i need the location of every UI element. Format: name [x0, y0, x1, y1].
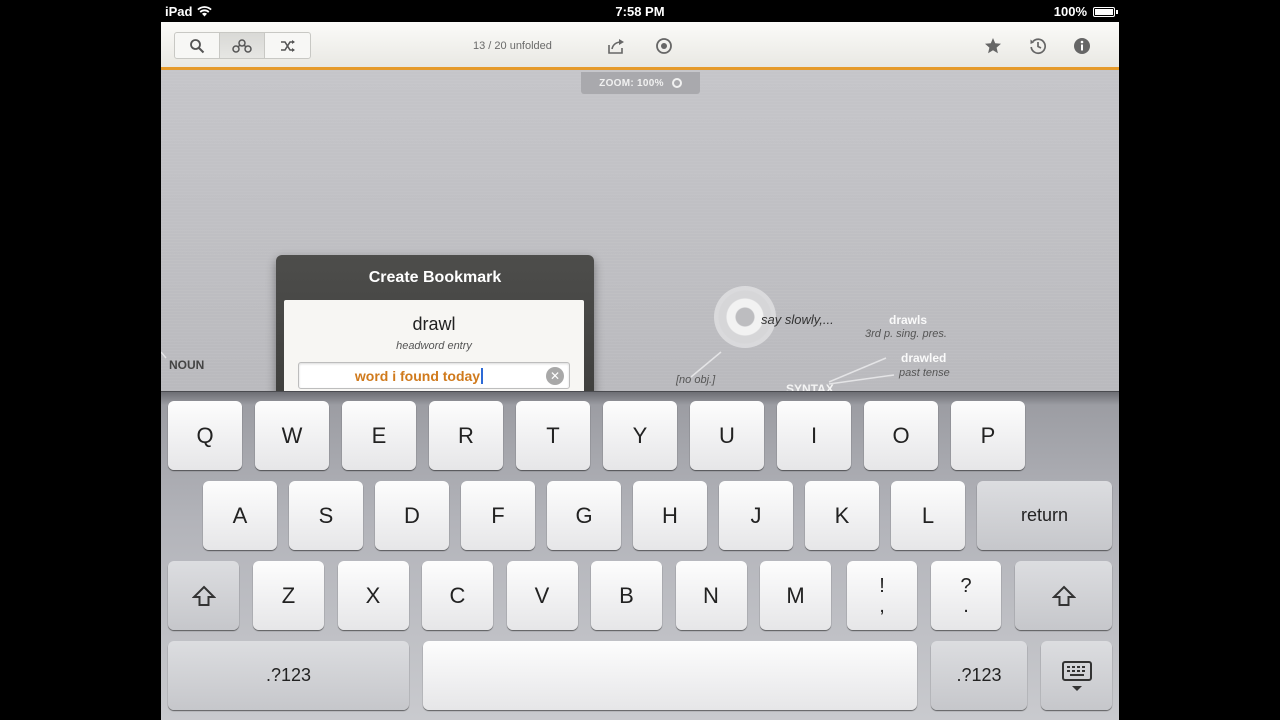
key-l[interactable]: L	[891, 481, 965, 550]
key-z[interactable]: Z	[253, 561, 324, 630]
key-n[interactable]: N	[675, 561, 747, 630]
shift-key-left[interactable]	[168, 561, 239, 630]
numbers-key-left[interactable]: .?123	[168, 641, 409, 710]
bookmark-name-input[interactable]: word i found today ✕	[298, 362, 570, 389]
key-y[interactable]: Y	[603, 401, 677, 470]
key-f[interactable]: F	[461, 481, 535, 550]
form-drawled[interactable]: drawled	[901, 351, 946, 365]
key-w[interactable]: W	[255, 401, 329, 470]
keyboard-dismiss-icon	[1061, 660, 1092, 691]
key-j[interactable]: J	[719, 481, 793, 550]
key-v[interactable]: V	[506, 561, 578, 630]
onscreen-keyboard: QWERTYUIOP ASDFGHJKL ZXCVBNM return ! , …	[161, 391, 1119, 720]
popup-title: Create Bookmark	[368, 269, 502, 286]
clear-input-icon[interactable]: ✕	[546, 367, 564, 385]
battery-percent: 100%	[1053, 4, 1087, 19]
form-drawled-desc: past tense	[899, 367, 950, 379]
key-comma: ,	[879, 594, 885, 617]
key-b[interactable]: B	[591, 561, 662, 630]
key-period: .	[963, 594, 969, 617]
key-g[interactable]: G	[547, 481, 621, 550]
key-r[interactable]: R	[429, 401, 503, 470]
app-canvas: 13 / 20 unfolded ZOOM: 100% NOUN say slo…	[161, 22, 1119, 720]
key-i[interactable]: I	[777, 401, 851, 470]
shift-key-right[interactable]	[1015, 561, 1112, 630]
status-time: 7:58 PM	[615, 4, 665, 19]
key-u[interactable]: U	[690, 401, 764, 470]
key-exclamation: !	[879, 574, 885, 597]
key-question: ?	[960, 574, 972, 597]
space-bar[interactable]	[423, 641, 917, 710]
definition-label[interactable]: say slowly,...	[761, 312, 834, 327]
headword: drawl	[412, 314, 456, 334]
key-o[interactable]: O	[864, 401, 938, 470]
form-drawls-desc: 3rd p. sing. pres.	[865, 328, 947, 340]
noun-label[interactable]: NOUN	[169, 358, 204, 372]
key-exclamation-comma[interactable]: ! ,	[847, 561, 917, 630]
key-q[interactable]: Q	[168, 401, 242, 470]
shift-icon	[191, 585, 216, 606]
key-t[interactable]: T	[516, 401, 590, 470]
key-a[interactable]: A	[203, 481, 277, 550]
key-s[interactable]: S	[289, 481, 363, 550]
return-key[interactable]: return	[977, 481, 1112, 550]
no-obj-label[interactable]: [no obj.]	[676, 374, 715, 386]
key-e[interactable]: E	[342, 401, 416, 470]
status-bar: iPad 7:58 PM 100%	[161, 0, 1119, 22]
key-x[interactable]: X	[337, 561, 409, 630]
key-d[interactable]: D	[375, 481, 449, 550]
form-drawls[interactable]: drawls	[889, 313, 927, 327]
battery-icon	[1093, 6, 1118, 17]
key-h[interactable]: H	[633, 481, 707, 550]
key-p[interactable]: P	[951, 401, 1025, 470]
headword-subtitle: headword entry	[396, 340, 472, 352]
key-k[interactable]: K	[805, 481, 879, 550]
key-c[interactable]: C	[422, 561, 493, 630]
battery-fill	[1095, 8, 1113, 15]
hide-keyboard-key[interactable]	[1041, 641, 1112, 710]
bookmark-input-value: word i found today	[354, 368, 481, 384]
numbers-key-right[interactable]: .?123	[931, 641, 1027, 710]
key-question-period[interactable]: ? .	[931, 561, 1001, 630]
shift-icon	[1051, 585, 1076, 606]
key-m[interactable]: M	[760, 561, 831, 630]
text-caret	[481, 368, 484, 384]
